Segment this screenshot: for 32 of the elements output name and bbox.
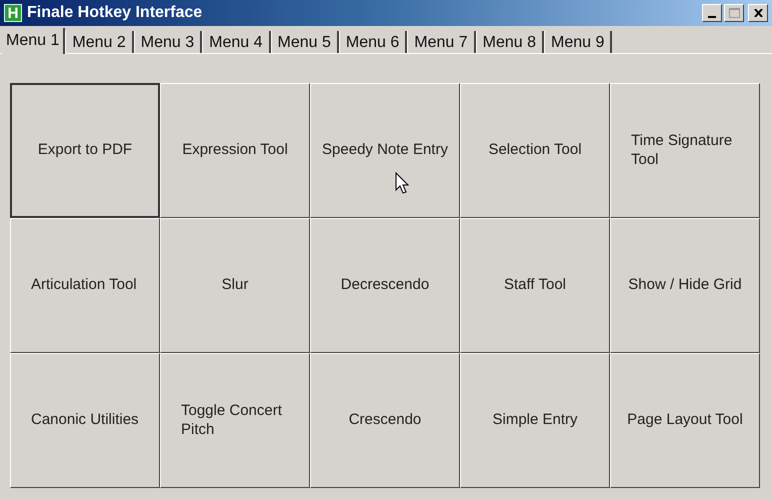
maximize-button[interactable] <box>724 4 744 22</box>
close-button[interactable] <box>748 4 768 22</box>
tab[interactable]: Menu 3 <box>134 31 202 53</box>
tab[interactable]: Menu 5 <box>270 31 339 53</box>
tool-button[interactable]: Articulation Tool <box>10 218 160 353</box>
tool-button[interactable]: Selection Tool <box>460 83 610 218</box>
close-icon <box>754 9 762 17</box>
tool-button[interactable]: Decrescendo <box>310 218 460 353</box>
minimize-button[interactable] <box>702 4 722 22</box>
window-title: Finale Hotkey Interface <box>27 3 202 23</box>
tab[interactable]: Menu 7 <box>407 31 476 53</box>
tool-button[interactable]: Expression Tool <box>160 83 310 218</box>
tool-button[interactable]: Crescendo <box>310 353 460 488</box>
tool-button[interactable]: Page Layout Tool <box>610 353 760 488</box>
tool-button[interactable]: Show / Hide Grid <box>610 218 760 353</box>
tab[interactable]: Menu 6 <box>338 31 408 53</box>
tab[interactable]: Menu 1 <box>2 28 66 54</box>
tab[interactable]: Menu 2 <box>65 31 134 53</box>
minimize-icon <box>708 16 716 18</box>
app-icon: H <box>4 4 22 22</box>
tool-button[interactable]: Canonic Utilities <box>10 353 160 488</box>
tool-button[interactable]: Simple Entry <box>460 353 610 488</box>
tab[interactable]: Menu 8 <box>476 31 544 53</box>
tool-button[interactable]: Export to PDF <box>10 83 160 218</box>
tool-button[interactable]: Staff Tool <box>460 218 610 353</box>
maximize-icon <box>728 8 740 18</box>
tool-button[interactable]: Toggle Concert Pitch <box>160 353 310 488</box>
tab[interactable]: Menu 4 <box>202 31 270 53</box>
tab[interactable]: Menu 9 <box>544 31 612 53</box>
tool-button[interactable]: Time Signature Tool <box>610 83 760 218</box>
tool-button[interactable]: Speedy Note Entry <box>310 83 460 218</box>
tool-button[interactable]: Slur <box>160 218 310 353</box>
